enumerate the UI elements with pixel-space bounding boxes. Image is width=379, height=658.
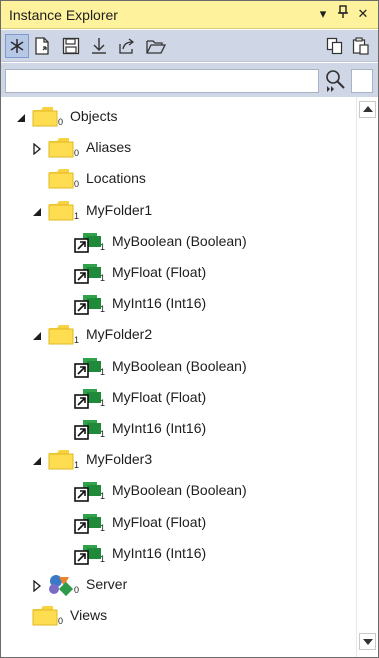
instance-count: 1 bbox=[74, 210, 80, 221]
expanded-arrow-icon[interactable] bbox=[15, 112, 27, 124]
instance-count: 1 bbox=[74, 335, 80, 346]
instance-count: 1 bbox=[100, 241, 106, 252]
instance-count: 1 bbox=[100, 429, 106, 439]
pin-icon[interactable] bbox=[335, 5, 351, 23]
expanded-arrow-icon[interactable] bbox=[31, 206, 43, 218]
tree-node-label: Locations bbox=[86, 170, 146, 187]
server-shapes-icon bbox=[47, 573, 77, 597]
close-icon[interactable]: ✕ bbox=[355, 5, 371, 23]
instance-count: 1 bbox=[74, 460, 80, 471]
scroll-down-arrow-icon[interactable] bbox=[359, 633, 376, 650]
tree-node[interactable]: 1 MyFolder1 bbox=[1, 199, 351, 223]
tree-node-label: MyFloat (Float) bbox=[112, 513, 207, 530]
instance-count: 1 bbox=[100, 522, 106, 533]
tree-node[interactable]: 1 MyFolder2 bbox=[1, 323, 351, 347]
folder-icon bbox=[31, 604, 61, 628]
tree-node-label: MyInt16 (Int16) bbox=[112, 420, 207, 436]
instance-count: 1 bbox=[100, 553, 106, 564]
tree-node-label: MyFolder3 bbox=[86, 451, 153, 468]
export-icon[interactable] bbox=[115, 34, 139, 58]
variable-link-icon bbox=[73, 479, 103, 503]
expanded-arrow-icon[interactable] bbox=[31, 455, 43, 467]
collapsed-arrow-icon[interactable] bbox=[31, 580, 43, 592]
variable-link-icon bbox=[73, 292, 103, 316]
open-folder-icon[interactable] bbox=[143, 34, 167, 58]
collapsed-arrow-icon[interactable] bbox=[31, 143, 43, 156]
tree-node[interactable]: 1 MyInt16 (Int16) bbox=[1, 417, 351, 441]
copy-icon[interactable] bbox=[323, 34, 347, 58]
tree-node[interactable]: 0 Locations bbox=[1, 167, 351, 191]
scroll-up-arrow-icon[interactable] bbox=[359, 101, 376, 118]
tree-node[interactable]: 1 MyFolder3 bbox=[1, 448, 351, 472]
instance-count: 1 bbox=[100, 304, 106, 315]
tree-node[interactable]: 1 MyInt16 (Int16) bbox=[1, 292, 351, 316]
tree-node[interactable]: 1 MyBoolean (Boolean) bbox=[1, 355, 351, 379]
tree-node-label: MyFolder2 bbox=[86, 326, 153, 343]
folder-icon bbox=[31, 105, 61, 129]
tree-node-label: MyBoolean (Boolean) bbox=[112, 482, 247, 499]
tree-node[interactable]: 0 Objects bbox=[1, 105, 351, 129]
instance-count: 1 bbox=[100, 491, 106, 502]
new-file-tool-icon[interactable] bbox=[31, 34, 55, 58]
variable-link-icon bbox=[73, 511, 103, 535]
search-icon[interactable] bbox=[323, 68, 347, 94]
tree-node-label: Objects bbox=[70, 108, 118, 124]
tree-node[interactable]: 1 MyFloat (Float) bbox=[1, 261, 351, 285]
tree-node[interactable]: 1 MyFloat (Float) bbox=[1, 386, 351, 410]
variable-link-icon bbox=[73, 417, 103, 441]
variable-link-icon bbox=[73, 261, 103, 285]
instance-count: 1 bbox=[100, 366, 106, 377]
window-title: Instance Explorer bbox=[9, 7, 118, 23]
folder-icon bbox=[47, 136, 77, 160]
instance-count: 0 bbox=[74, 148, 80, 159]
instance-count: 1 bbox=[100, 397, 106, 408]
vertical-scrollbar[interactable] bbox=[356, 97, 378, 657]
instance-count: 0 bbox=[74, 179, 80, 190]
folder-icon bbox=[47, 448, 77, 472]
search-input[interactable] bbox=[5, 69, 319, 93]
variable-link-icon bbox=[73, 542, 103, 566]
tree-node-label: MyFloat (Float) bbox=[112, 388, 207, 405]
toolbar bbox=[1, 30, 378, 62]
title-bar: Instance Explorer ▾ ✕ bbox=[1, 1, 378, 29]
tree-node-label: MyInt16 (Int16) bbox=[112, 544, 207, 561]
folder-icon bbox=[47, 199, 77, 223]
tree-node[interactable]: 1 MyBoolean (Boolean) bbox=[1, 479, 351, 503]
folder-icon bbox=[47, 167, 77, 191]
variable-link-icon bbox=[73, 355, 103, 379]
tree-node[interactable]: 0 Server bbox=[1, 573, 351, 597]
tree-node[interactable]: 1 MyFloat (Float) bbox=[1, 511, 351, 535]
tree-node[interactable]: 0 Views bbox=[1, 604, 351, 628]
variable-link-icon bbox=[73, 230, 103, 254]
save-icon[interactable] bbox=[59, 34, 83, 58]
tree-node-label: Server bbox=[86, 576, 128, 592]
tree-node-label: MyFolder1 bbox=[86, 201, 153, 218]
instance-count: 1 bbox=[100, 273, 106, 283]
instance-count: 0 bbox=[58, 616, 64, 627]
tree-node[interactable]: 0 Aliases bbox=[1, 136, 351, 160]
tree-node[interactable]: 1 MyBoolean (Boolean) bbox=[1, 230, 351, 254]
search-bar bbox=[1, 63, 378, 97]
tree-node-label: MyInt16 (Int16) bbox=[112, 295, 207, 312]
expanded-arrow-icon[interactable] bbox=[31, 330, 43, 342]
tree-node[interactable]: 1 MyInt16 (Int16) bbox=[1, 542, 351, 566]
dropdown-arrow-icon[interactable]: ▾ bbox=[315, 5, 331, 23]
tree-node-label: MyFloat (Float) bbox=[112, 264, 207, 280]
tree-node-label: Views bbox=[70, 607, 108, 624]
asterisk-tool-icon[interactable] bbox=[5, 34, 29, 58]
folder-icon bbox=[47, 323, 77, 347]
search-option-box[interactable] bbox=[351, 69, 373, 93]
instance-count: 0 bbox=[74, 585, 80, 595]
paste-icon[interactable] bbox=[349, 34, 373, 58]
download-icon[interactable] bbox=[87, 34, 111, 58]
tree-node-label: MyBoolean (Boolean) bbox=[112, 232, 247, 249]
instance-explorer-window: Instance Explorer ▾ ✕ 0 Objects 0 Aliase… bbox=[0, 0, 379, 658]
tree-node-label: MyBoolean (Boolean) bbox=[112, 357, 247, 374]
instance-tree: 0 Objects 0 Aliases 0 Locations 1 MyFolder1 1 MyB… bbox=[1, 97, 357, 657]
instance-count: 0 bbox=[58, 117, 64, 127]
tree-node-label: Aliases bbox=[86, 139, 132, 156]
variable-link-icon bbox=[73, 386, 103, 410]
